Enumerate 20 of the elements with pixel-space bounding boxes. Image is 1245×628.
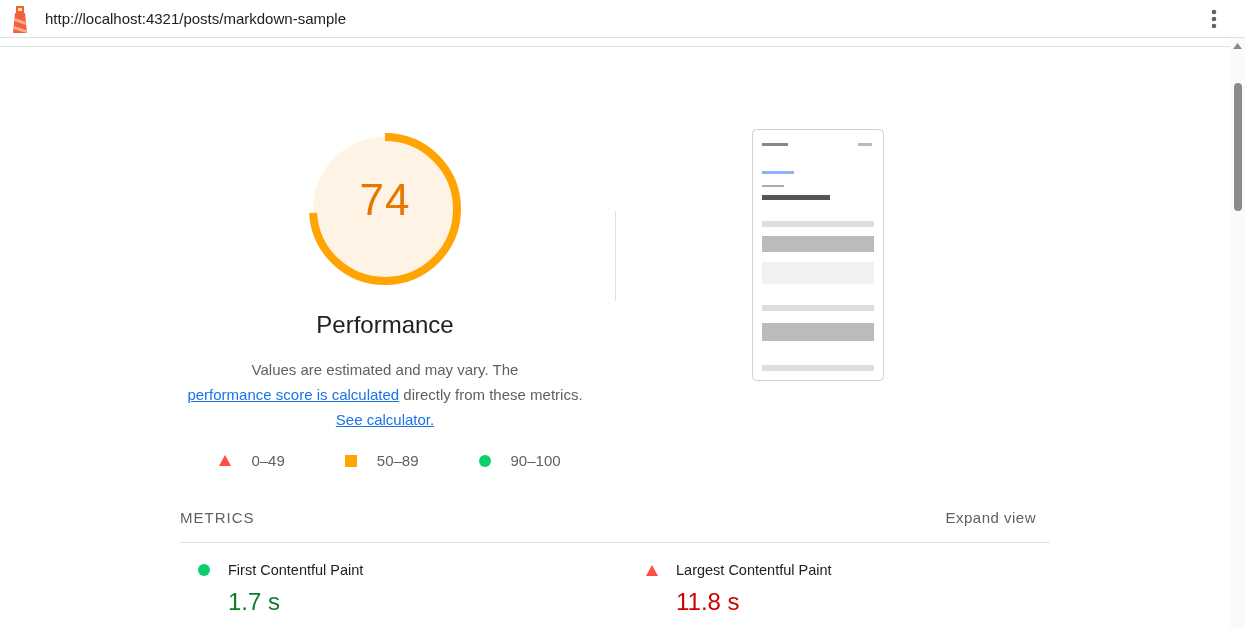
menu-icon[interactable]: [1211, 8, 1217, 29]
legend-label: 90–100: [510, 452, 561, 469]
lighthouse-icon: [10, 3, 30, 34]
scrollbar-thumb[interactable]: [1233, 83, 1242, 211]
scrollbar[interactable]: [1230, 38, 1245, 628]
category-title: Performance: [316, 311, 454, 339]
metric-value: 11.8 s: [676, 588, 741, 616]
metric-value: 1.7 s: [228, 588, 282, 616]
metrics-heading: METRICS: [180, 509, 255, 526]
metric-name: First Contentful Paint: [228, 562, 364, 578]
score-description: Values are estimated and may vary. The performance score is calculated directly from these metrics. See calculator.: [186, 360, 584, 430]
calculator-link[interactable]: See calculator.: [335, 411, 435, 428]
metric-name: Largest Contentful Paint: [676, 562, 832, 578]
legend-label: 50–89: [376, 452, 419, 469]
score-link[interactable]: performance score is calculated: [187, 386, 400, 403]
expand-view-button[interactable]: Expand view: [945, 509, 1036, 526]
scroll-up-icon[interactable]: [1233, 43, 1242, 49]
page-url: http://localhost:4321/posts/markdown-sample: [45, 10, 347, 27]
score-value: 74: [358, 175, 412, 225]
legend-label: 0–49: [251, 452, 285, 469]
